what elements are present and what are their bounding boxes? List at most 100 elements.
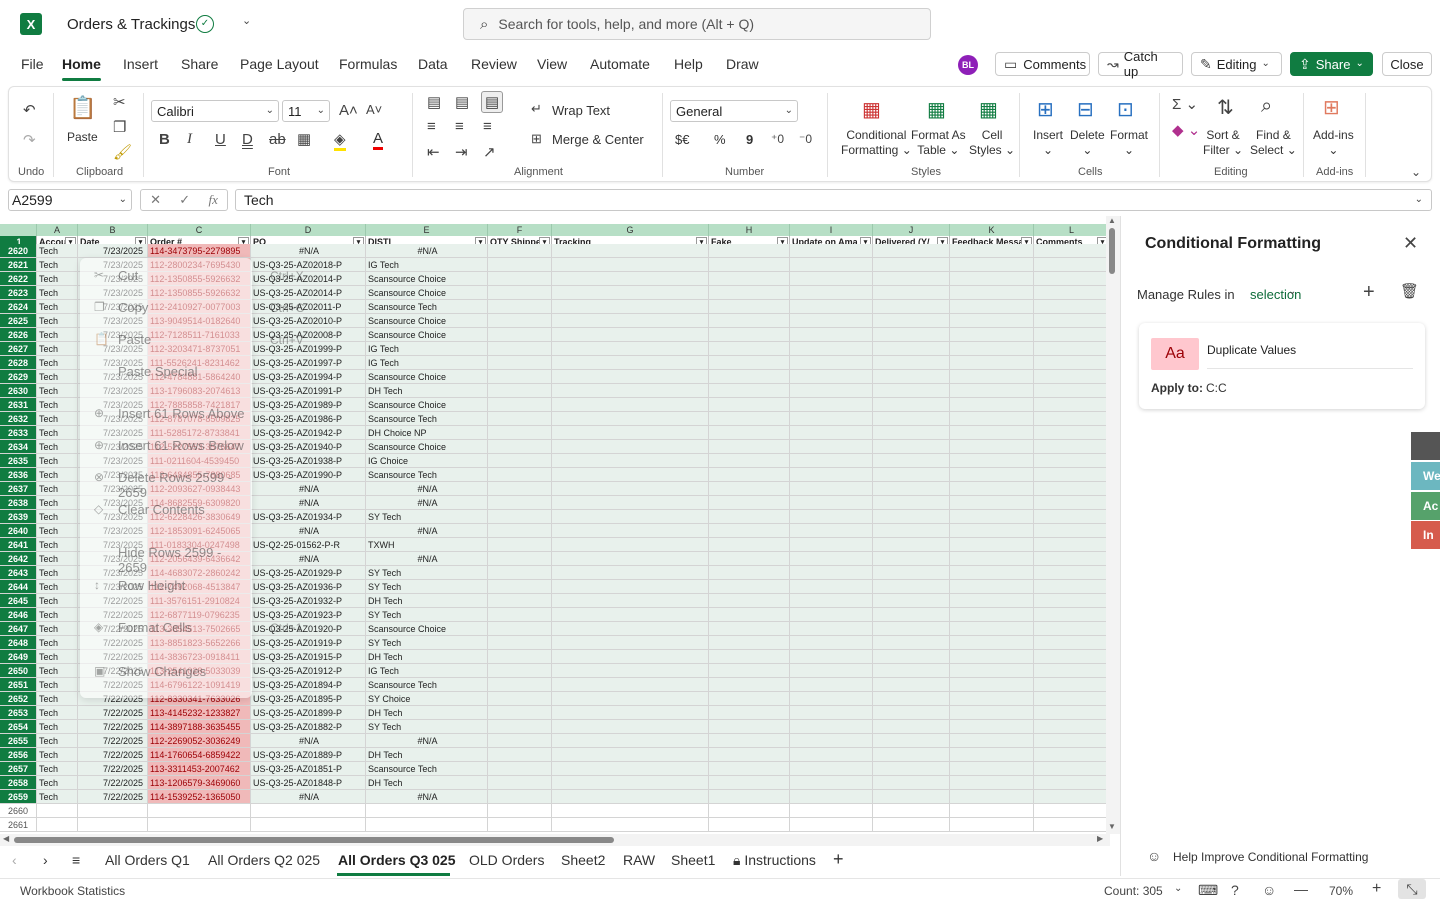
cell[interactable]: US-Q3-25-AZ01895-P: [251, 692, 366, 706]
merge-center-button[interactable]: Merge & Center: [552, 132, 644, 147]
cell[interactable]: [1034, 286, 1110, 300]
cell[interactable]: [873, 468, 950, 482]
format-as-table-button[interactable]: Format As Table ⌄: [911, 128, 966, 158]
share-button[interactable]: ⇪ Share ⌄: [1290, 52, 1373, 76]
cell[interactable]: [709, 440, 790, 454]
cell[interactable]: DH Tech: [366, 384, 488, 398]
cell[interactable]: [552, 398, 709, 412]
row-number[interactable]: 2649: [0, 650, 37, 664]
cell[interactable]: IG Tech: [366, 664, 488, 678]
table-row[interactable]: 2653 Tech 7/22/2025 113-4145232-1233827 US-Q…: [0, 706, 1110, 720]
cell[interactable]: US-Q3-25-AZ01989-P: [251, 398, 366, 412]
cell[interactable]: [251, 804, 366, 818]
cell[interactable]: [873, 482, 950, 496]
cell[interactable]: [873, 454, 950, 468]
cell[interactable]: 113-1206579-3469060: [148, 776, 251, 790]
cell[interactable]: Tech: [37, 244, 78, 258]
cell[interactable]: [950, 804, 1034, 818]
feedback-icon[interactable]: ☺: [1262, 883, 1276, 897]
cell[interactable]: [790, 356, 873, 370]
cell[interactable]: [709, 636, 790, 650]
cell[interactable]: [552, 706, 709, 720]
cell[interactable]: Tech: [37, 328, 78, 342]
cell[interactable]: [873, 398, 950, 412]
cell[interactable]: [488, 636, 552, 650]
insert-cells-icon[interactable]: ⊞: [1037, 97, 1054, 122]
cell[interactable]: [488, 706, 552, 720]
cell[interactable]: [488, 692, 552, 706]
percent-format-button[interactable]: %: [714, 132, 726, 147]
cell[interactable]: [552, 734, 709, 748]
context-copy[interactable]: Copy: [118, 300, 148, 315]
cell[interactable]: Scansource Choice: [366, 622, 488, 636]
cell[interactable]: 114-3897188-3635455: [148, 720, 251, 734]
cell[interactable]: Tech: [37, 622, 78, 636]
cell-styles-icon[interactable]: ▦: [979, 97, 998, 122]
cell[interactable]: Scansource Choice: [366, 286, 488, 300]
cell[interactable]: [950, 384, 1034, 398]
cell[interactable]: [1034, 454, 1110, 468]
column-header[interactable]: D: [251, 224, 366, 236]
cell[interactable]: [552, 580, 709, 594]
editing-mode-button[interactable]: ✎ Editing ⌄: [1191, 52, 1282, 76]
close-icon[interactable]: ✕: [1403, 234, 1418, 252]
cell[interactable]: [709, 412, 790, 426]
cell[interactable]: [790, 552, 873, 566]
cell[interactable]: [488, 566, 552, 580]
cell[interactable]: [790, 272, 873, 286]
cell[interactable]: [1034, 650, 1110, 664]
menu-automate[interactable]: Automate: [590, 56, 650, 72]
cell[interactable]: [37, 804, 78, 818]
cell[interactable]: [552, 272, 709, 286]
cell[interactable]: [488, 384, 552, 398]
font-name-select[interactable]: Calibri ⌄: [151, 100, 279, 122]
bold-icon[interactable]: B: [159, 131, 170, 148]
cell[interactable]: US-Q3-25-AZ01912-P: [251, 664, 366, 678]
cell[interactable]: [552, 300, 709, 314]
cell[interactable]: [790, 370, 873, 384]
cell[interactable]: [488, 356, 552, 370]
find-select-button[interactable]: Find & Select ⌄: [1250, 128, 1297, 158]
cell[interactable]: [709, 244, 790, 258]
cell[interactable]: [873, 804, 950, 818]
column-header[interactable]: G: [552, 224, 709, 236]
cell[interactable]: [1034, 804, 1110, 818]
search-input[interactable]: ⌕ Search for tools, help, and more (Alt …: [463, 8, 931, 40]
cell[interactable]: [790, 580, 873, 594]
catch-up-button[interactable]: ↝ Catch up: [1098, 49, 1183, 79]
cell[interactable]: Scansource Tech: [366, 678, 488, 692]
cell[interactable]: [552, 678, 709, 692]
cell[interactable]: [950, 300, 1034, 314]
add-ins-icon[interactable]: ⊞: [1323, 95, 1340, 120]
scroll-thumb[interactable]: [14, 837, 614, 843]
row-number[interactable]: 2628: [0, 356, 37, 370]
cell[interactable]: DH Tech: [366, 594, 488, 608]
cell[interactable]: [950, 468, 1034, 482]
wrap-text-button[interactable]: Wrap Text: [552, 103, 610, 118]
row-number[interactable]: 2641: [0, 538, 37, 552]
context-row-height[interactable]: Row Height: [118, 578, 185, 593]
cell[interactable]: [790, 776, 873, 790]
cell[interactable]: [950, 440, 1034, 454]
cell[interactable]: [950, 510, 1034, 524]
prev-sheet-icon[interactable]: ‹: [12, 852, 17, 868]
context-delete-rows[interactable]: Delete Rows 2599 - 2659: [118, 470, 252, 500]
row-number[interactable]: 2660: [0, 804, 37, 818]
cell[interactable]: Scansource Choice: [366, 314, 488, 328]
cell[interactable]: [950, 244, 1034, 258]
cell[interactable]: [709, 706, 790, 720]
cell[interactable]: [790, 384, 873, 398]
cell[interactable]: US-Q3-25-AZ01894-P: [251, 678, 366, 692]
cell[interactable]: [790, 426, 873, 440]
sheet-tab-all-orders-q3[interactable]: All Orders Q3 025: [338, 852, 456, 868]
cell[interactable]: [552, 804, 709, 818]
cell[interactable]: [709, 566, 790, 580]
cell[interactable]: [709, 426, 790, 440]
cell[interactable]: [552, 384, 709, 398]
cell[interactable]: [709, 622, 790, 636]
cell[interactable]: Tech: [37, 706, 78, 720]
cell[interactable]: [873, 818, 950, 832]
cell[interactable]: US-Q3-25-AZ01932-P: [251, 594, 366, 608]
borders-icon[interactable]: ▦: [297, 130, 311, 148]
cell[interactable]: [552, 496, 709, 510]
